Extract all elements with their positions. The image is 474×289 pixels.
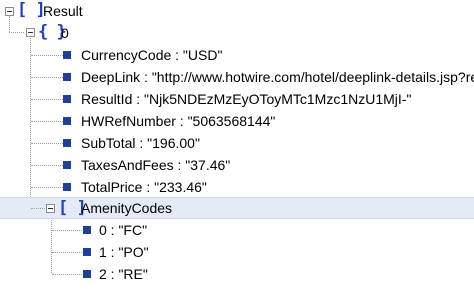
tree-guide-line [31, 165, 63, 166]
tree-node-label: Result [43, 3, 83, 19]
leaf-square-icon [63, 51, 71, 59]
tree-guide-line [31, 99, 63, 100]
leaf-square-icon [63, 161, 71, 169]
leaf-square-icon [63, 183, 71, 191]
tree-guide-line [31, 187, 63, 188]
tree-guide-line [31, 208, 45, 209]
leaf-square-icon [83, 248, 91, 256]
leaf-square-icon [63, 117, 71, 125]
tree-row-amenity-item[interactable]: 2 : "RE" [0, 263, 474, 285]
field-currency-code: CurrencyCode : "USD" [81, 47, 223, 63]
tree-row-field[interactable]: TotalPrice : "233.46" [0, 176, 474, 198]
tree-row-field[interactable]: CurrencyCode : "USD" [0, 44, 474, 66]
field-sub-total: SubTotal : "196.00" [81, 135, 200, 151]
leaf-square-icon [63, 139, 71, 147]
collapse-minus-icon[interactable] [26, 28, 35, 37]
tree-row-field[interactable]: DeepLink : "http://www.hotwire.com/hotel… [0, 66, 474, 88]
tree-guide-line [31, 55, 63, 56]
field-taxes-and-fees: TaxesAndFees : "37.46" [81, 157, 231, 173]
tree-row-field[interactable]: SubTotal : "196.00" [0, 132, 474, 154]
leaf-square-icon [83, 226, 91, 234]
tree-guide-line [31, 143, 63, 144]
field-deep-link: DeepLink : "http://www.hotwire.com/hotel… [81, 69, 474, 85]
tree-node-label: 0 [61, 25, 69, 41]
tree-row-amenity-item[interactable]: 0 : "FC" [0, 219, 474, 241]
tree-row-field[interactable]: TaxesAndFees : "37.46" [0, 154, 474, 176]
collapse-minus-icon[interactable] [46, 204, 55, 213]
tree-row-field[interactable]: ResultId : "Njk5NDEzMzEyOToyMTc1Mzc1NzU1… [0, 88, 474, 110]
leaf-square-icon [63, 73, 71, 81]
amenity-item-label: 2 : "RE" [99, 266, 148, 282]
field-result-id: ResultId : "Njk5NDEzMzEyOToyMTc1Mzc1NzU1… [81, 91, 412, 107]
tree-guide-line [31, 121, 63, 122]
amenity-item-label: 1 : "PO" [99, 244, 149, 260]
tree-row-result[interactable]: [ ] Result [0, 0, 474, 22]
field-total-price: TotalPrice : "233.46" [81, 179, 207, 195]
tree-guide-line [52, 230, 82, 231]
leaf-square-icon [83, 270, 91, 278]
amenity-item-label: 0 : "FC" [99, 222, 148, 238]
tree-row-amenity-codes[interactable]: [ ] AmenityCodes [0, 197, 474, 219]
tree-row-field[interactable]: HWRefNumber : "5063568144" [0, 110, 474, 132]
tree-guide-line [31, 77, 63, 78]
tree-guide-line [52, 274, 82, 275]
tree-node-label: AmenityCodes [81, 200, 173, 216]
tree-row-amenity-item[interactable]: 1 : "PO" [0, 241, 474, 263]
json-tree-view: [ ] Result { } 0 CurrencyCode : "USD" De… [0, 0, 474, 289]
field-hw-ref-number: HWRefNumber : "5063568144" [81, 113, 276, 129]
tree-row-item-0[interactable]: { } 0 [0, 22, 474, 44]
tree-guide-line [52, 252, 82, 253]
collapse-minus-icon[interactable] [5, 7, 14, 16]
array-bracket-icon: [ ] [17, 0, 46, 20]
leaf-square-icon [63, 95, 71, 103]
